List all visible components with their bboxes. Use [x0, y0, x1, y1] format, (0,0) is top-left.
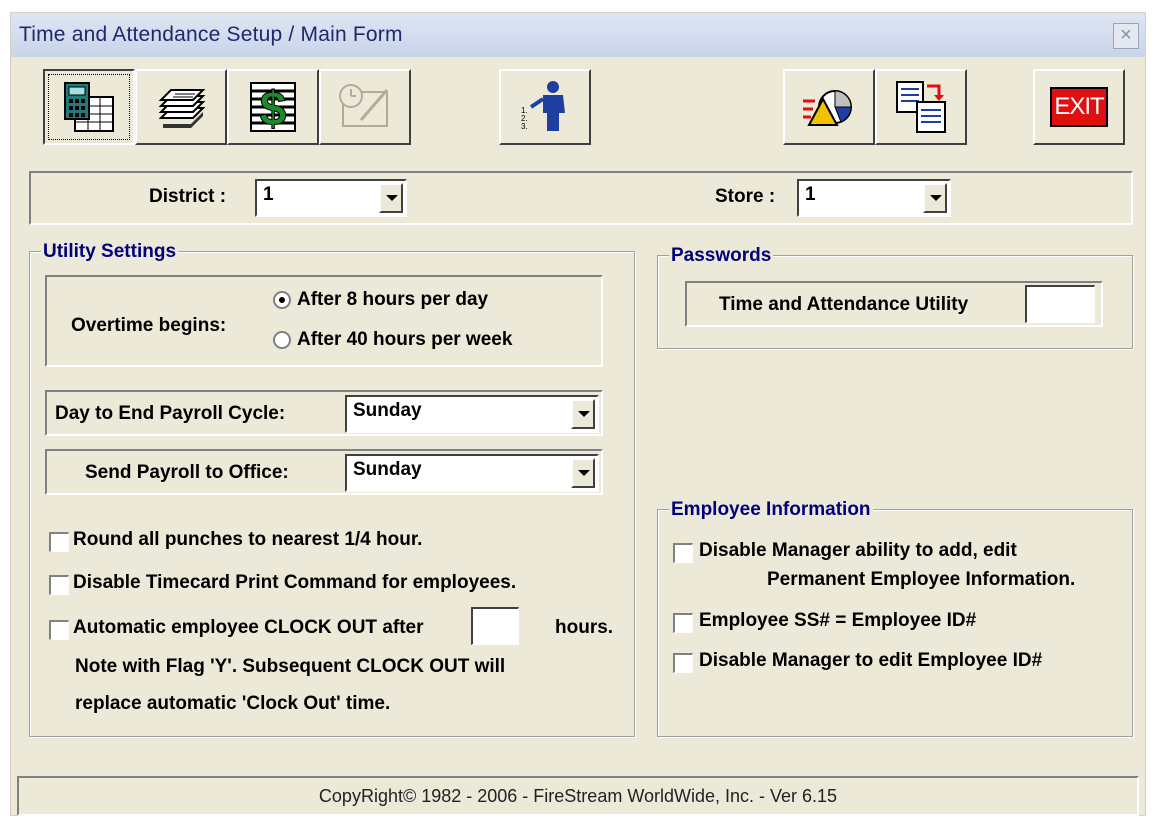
- report-button[interactable]: [783, 69, 875, 145]
- day-end-value: Sunday: [353, 400, 422, 421]
- disabled-button[interactable]: [319, 69, 411, 145]
- chart-report-icon: [803, 90, 852, 126]
- overtime-day-label[interactable]: After 8 hours per day: [297, 289, 488, 311]
- exit-button[interactable]: EXIT: [1033, 69, 1125, 145]
- send-payroll-select[interactable]: Sunday: [345, 454, 599, 492]
- title-bar: Time and Attendance Setup / Main Form ×: [11, 13, 1145, 57]
- note-line-2: replace automatic 'Clock Out' time.: [75, 693, 391, 714]
- disable-print-checkbox[interactable]: [49, 575, 69, 595]
- note-line-1: Note with Flag 'Y'. Subsequent CLOCK OUT…: [75, 656, 506, 677]
- passwords-legend: Passwords: [669, 245, 774, 267]
- copyright-text: CopyRight© 1982 - 2006 - FireStream Worl…: [318, 786, 838, 806]
- hours-label: hours.: [555, 617, 614, 638]
- overtime-label: Overtime begins:: [71, 315, 227, 336]
- send-payroll-panel: Send Payroll to Office: Sunday: [45, 449, 603, 495]
- close-button[interactable]: ×: [1113, 23, 1139, 49]
- disable-print-label[interactable]: Disable Timecard Print Command for emplo…: [73, 572, 516, 594]
- employee-button[interactable]: 1. 2. 3.: [499, 69, 591, 145]
- disable-add-checkbox[interactable]: [673, 543, 693, 563]
- district-value: 1: [263, 184, 274, 205]
- clock-edit-icon: [339, 84, 389, 127]
- overtime-panel: Overtime begins: After 8 hours per day A…: [45, 275, 603, 367]
- stacked-cards-icon: [158, 89, 206, 128]
- chevron-down-icon[interactable]: [571, 399, 595, 429]
- person-list-icon: 1. 2. 3.: [521, 81, 565, 131]
- round-punches-label[interactable]: Round all punches to nearest 1/4 hour.: [73, 529, 422, 551]
- transfer-button[interactable]: [875, 69, 967, 145]
- auto-clockout-label[interactable]: Automatic employee CLOCK OUT after: [73, 617, 424, 639]
- ss-equals-id-label[interactable]: Employee SS# = Employee ID#: [699, 610, 976, 632]
- main-window: Time and Attendance Setup / Main Form ×: [10, 12, 1146, 816]
- overtime-week-label[interactable]: After 40 hours per week: [297, 329, 512, 351]
- day-end-select[interactable]: Sunday: [345, 395, 599, 433]
- window-title: Time and Attendance Setup / Main Form: [19, 23, 403, 46]
- disable-edit-id-label[interactable]: Disable Manager to edit Employee ID#: [699, 650, 1042, 672]
- day-end-label: Day to End Payroll Cycle:: [55, 403, 286, 424]
- day-end-panel: Day to End Payroll Cycle: Sunday: [45, 390, 603, 436]
- timecard-button[interactable]: [43, 69, 135, 145]
- list-digit-3: 3.: [521, 122, 528, 131]
- district-label: District :: [149, 186, 227, 207]
- auto-clockout-hours-input[interactable]: [471, 607, 519, 645]
- disable-edit-id-checkbox[interactable]: [673, 653, 693, 673]
- store-label: Store :: [715, 186, 776, 207]
- chevron-down-icon[interactable]: [571, 458, 595, 488]
- auto-clockout-checkbox[interactable]: [49, 620, 69, 640]
- disable-add-label-line-2[interactable]: Permanent Employee Information.: [767, 569, 1075, 591]
- stack-button[interactable]: [135, 69, 227, 145]
- ss-equals-id-checkbox[interactable]: [673, 613, 693, 633]
- round-punches-checkbox[interactable]: [49, 532, 69, 552]
- overtime-day-radio[interactable]: [273, 291, 291, 309]
- disable-add-label-line-1[interactable]: Disable Manager ability to add, edit: [699, 540, 1017, 562]
- password-input[interactable]: [1025, 285, 1095, 323]
- status-bar: CopyRight© 1982 - 2006 - FireStream Worl…: [17, 776, 1139, 816]
- svg-text:$: $: [260, 83, 287, 135]
- overtime-week-radio[interactable]: [273, 331, 291, 349]
- chevron-down-icon[interactable]: [923, 183, 947, 213]
- district-select[interactable]: 1: [255, 179, 407, 217]
- password-label: Time and Attendance Utility: [719, 294, 969, 315]
- close-icon: ×: [1120, 24, 1132, 46]
- payroll-button[interactable]: $: [227, 69, 319, 145]
- location-bar: District : 1 Store : 1: [29, 171, 1133, 225]
- store-value: 1: [805, 184, 816, 205]
- exit-icon: EXIT: [1050, 87, 1108, 127]
- employee-info-legend: Employee Information: [669, 499, 873, 521]
- send-payroll-value: Sunday: [353, 459, 422, 480]
- document-transfer-icon: [896, 81, 946, 133]
- dollar-ledger-icon: $: [250, 82, 296, 135]
- chevron-down-icon[interactable]: [379, 183, 403, 213]
- password-panel: Time and Attendance Utility: [685, 281, 1103, 327]
- utility-settings-legend: Utility Settings: [41, 241, 179, 263]
- send-payroll-label: Send Payroll to Office:: [85, 462, 289, 483]
- calculator-spreadsheet-icon: [64, 82, 114, 132]
- exit-label: EXIT: [1054, 93, 1104, 120]
- store-select[interactable]: 1: [797, 179, 951, 217]
